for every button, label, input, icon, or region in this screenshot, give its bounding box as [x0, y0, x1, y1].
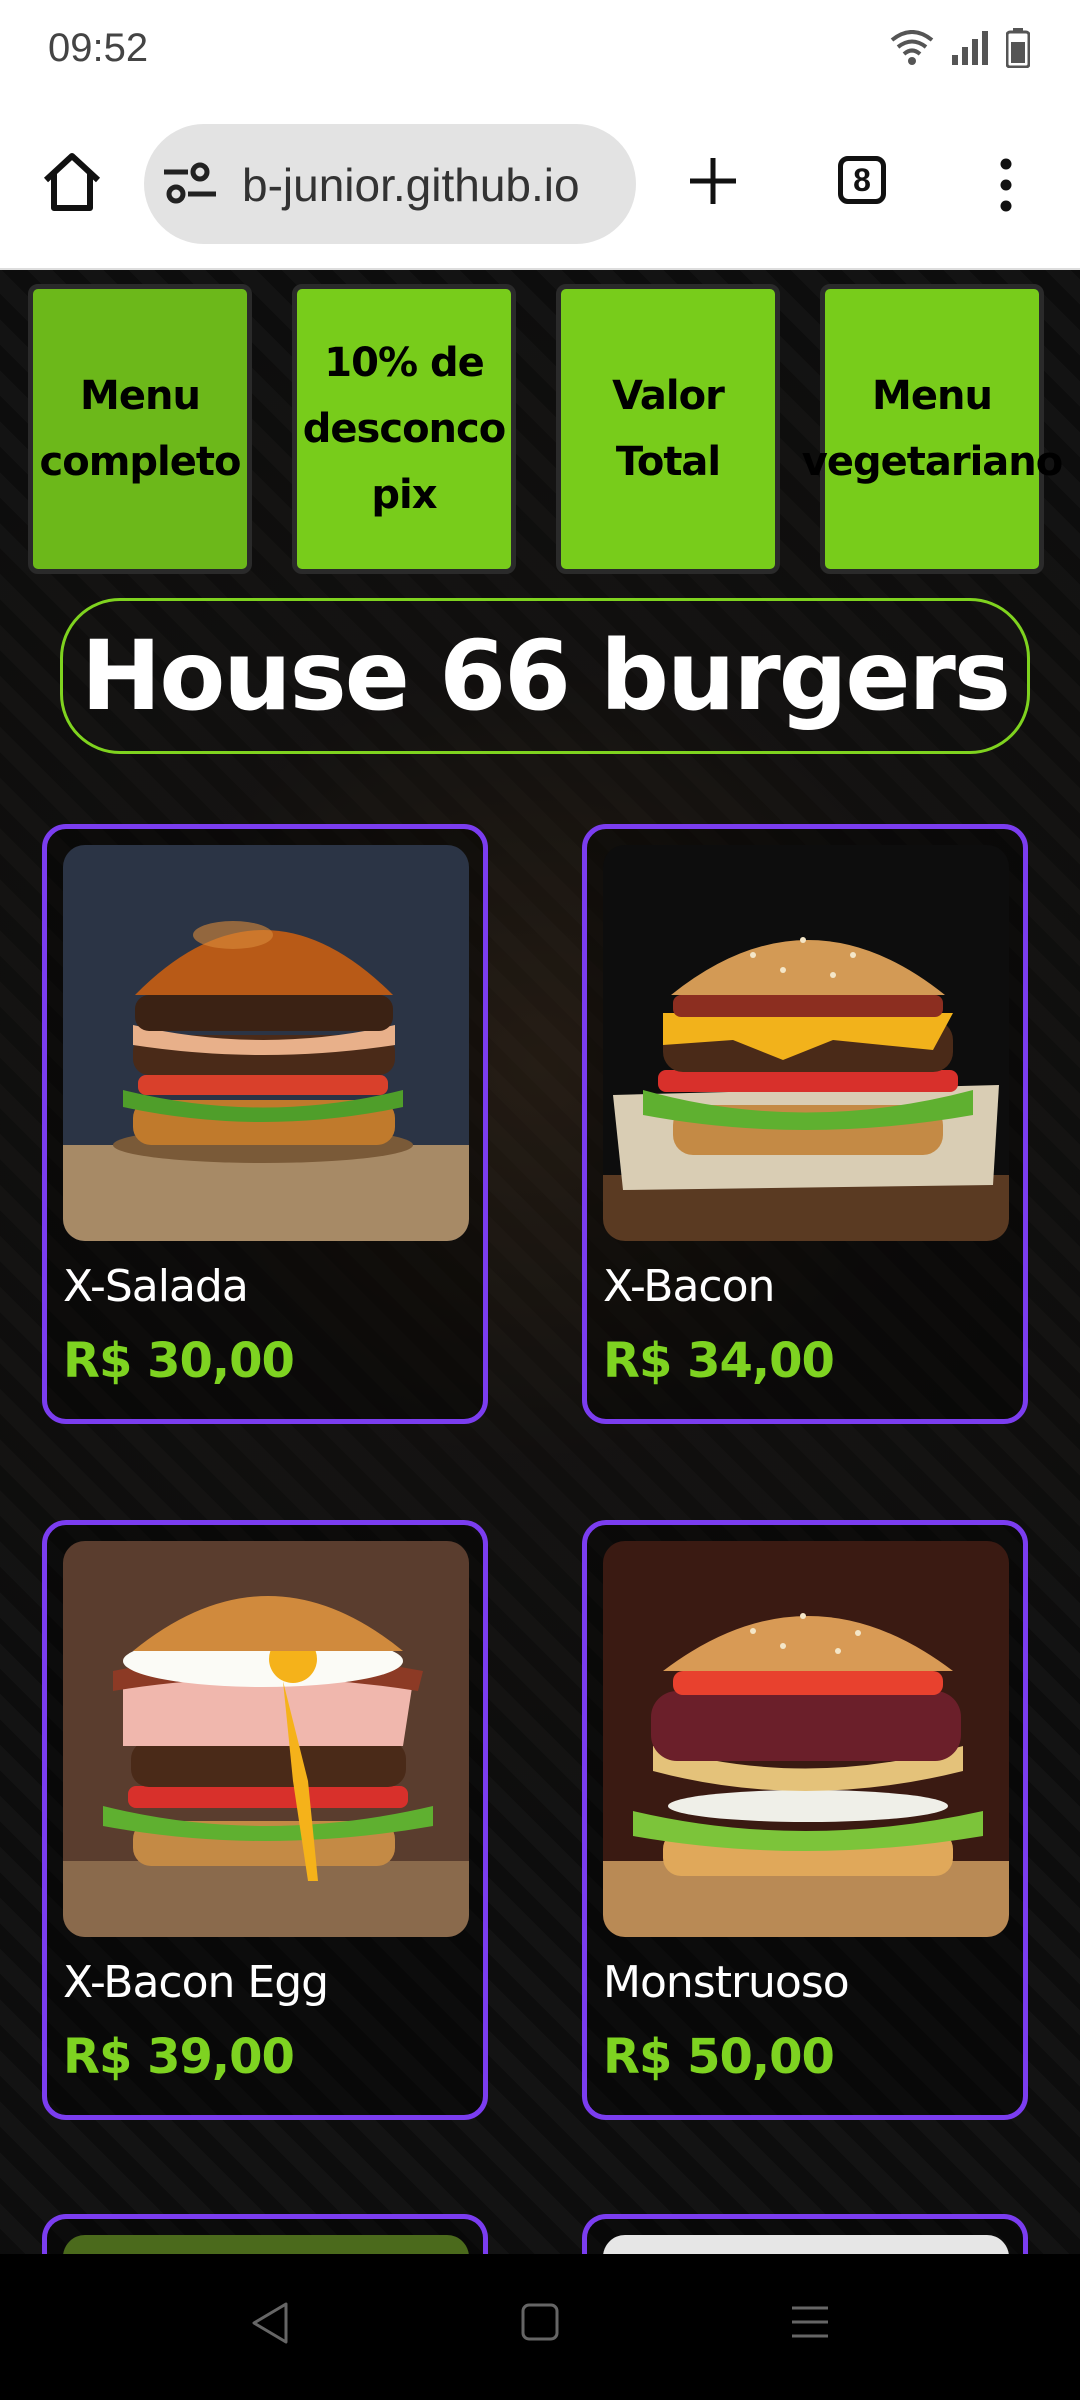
home-nav-icon[interactable]: [520, 2302, 560, 2342]
product-card-x-bacon-egg[interactable]: X-Bacon Egg R$ 39,00: [42, 1520, 488, 2120]
menu-buttons: Menu completo 10% de desconco pix Valor …: [0, 284, 1080, 574]
system-navigation-bar: [0, 2254, 1080, 2400]
new-tab-icon[interactable]: [688, 156, 738, 206]
menu-vegetariano-button[interactable]: Menu vegetariano: [802, 284, 1063, 574]
brand-title: House 66 burgers: [80, 620, 1011, 732]
web-page: Menu completo 10% de desconco pix Valor …: [0, 270, 1080, 2254]
brand-banner: House 66 burgers: [60, 598, 1030, 754]
product-image[interactable]: [63, 2235, 469, 2254]
back-icon[interactable]: [250, 2300, 290, 2346]
product-price: R$ 34,00: [603, 1333, 835, 1389]
product-card-x-bacon[interactable]: X-Bacon R$ 34,00: [582, 824, 1028, 1424]
wifi-icon: [890, 30, 934, 65]
product-price: R$ 30,00: [63, 1333, 295, 1389]
product-card-monstruoso[interactable]: Monstruoso R$ 50,00: [582, 1520, 1028, 2120]
more-options-icon[interactable]: [996, 158, 1016, 212]
status-bar: 09:52: [0, 0, 1080, 100]
product-card-partial[interactable]: [42, 2214, 488, 2254]
discount-pix-button[interactable]: 10% de desconco pix: [292, 284, 516, 574]
menu-completo-button[interactable]: Menu completo: [28, 284, 252, 574]
product-name: Monstruoso: [603, 1957, 850, 2008]
product-name: X-Bacon: [603, 1261, 775, 1312]
browser-toolbar: b-junior.github.io 8: [0, 100, 1080, 270]
product-price: R$ 39,00: [63, 2029, 295, 2085]
home-icon[interactable]: [40, 150, 104, 214]
url-text[interactable]: b-junior.github.io: [242, 158, 580, 212]
battery-icon: [1006, 28, 1030, 68]
product-image[interactable]: [603, 2235, 1009, 2254]
product-name: X-Salada: [63, 1261, 249, 1312]
valor-total-button[interactable]: Valor Total: [556, 284, 780, 574]
address-bar[interactable]: b-junior.github.io: [144, 124, 636, 244]
product-image[interactable]: [603, 845, 1009, 1241]
product-card-x-salada[interactable]: X-Salada R$ 30,00: [42, 824, 488, 1424]
product-image[interactable]: [63, 1541, 469, 1937]
status-time: 09:52: [48, 26, 149, 70]
product-name: X-Bacon Egg: [63, 1957, 329, 2008]
recents-icon[interactable]: [790, 2304, 830, 2340]
product-price: R$ 50,00: [603, 2029, 835, 2085]
signal-icon: [952, 31, 988, 65]
site-settings-icon[interactable]: [162, 162, 218, 206]
product-card-partial[interactable]: [582, 2214, 1028, 2254]
product-image[interactable]: [603, 1541, 1009, 1937]
tab-switcher-button[interactable]: 8: [838, 156, 886, 204]
status-icons: [890, 28, 1030, 68]
product-image[interactable]: [63, 845, 469, 1241]
